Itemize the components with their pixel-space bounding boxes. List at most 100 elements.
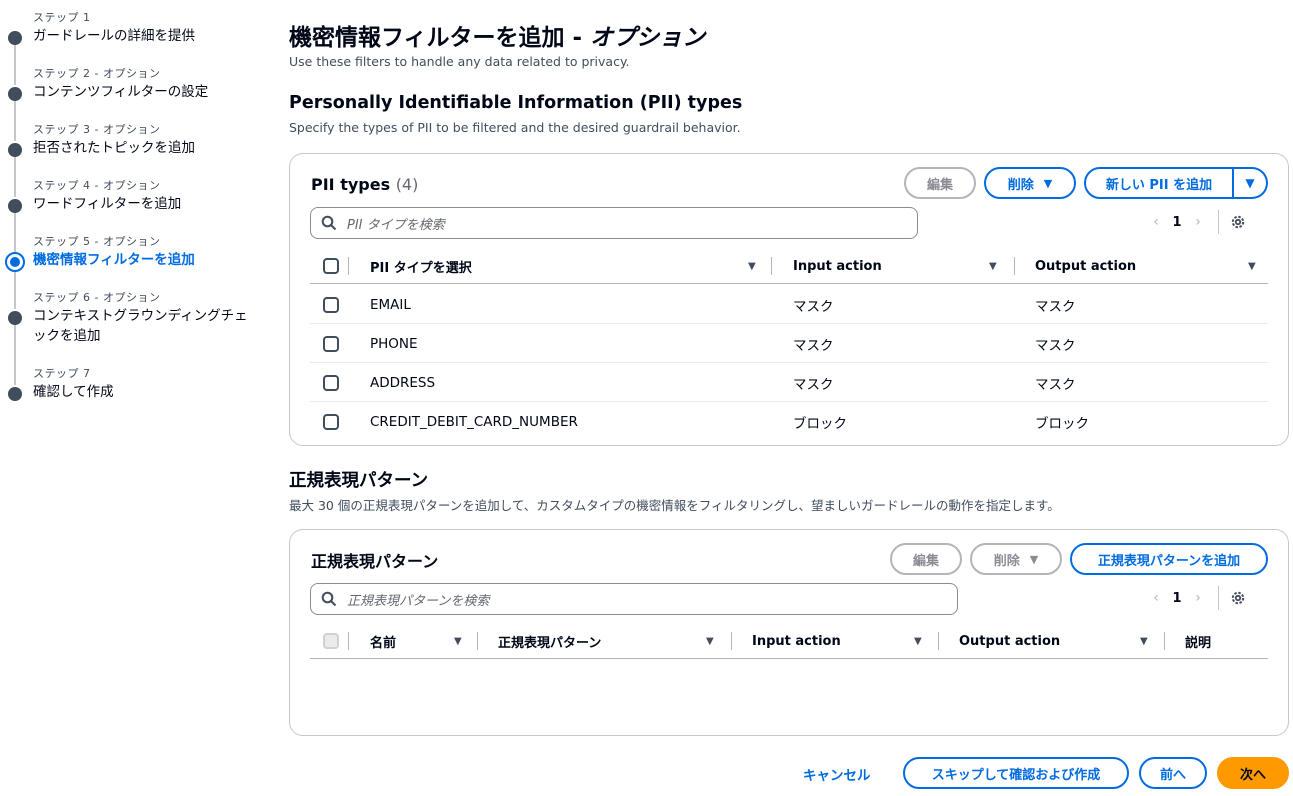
- column-label: 正規表現パターン: [498, 635, 602, 651]
- sort-caret-icon[interactable]: ▼: [1248, 261, 1256, 272]
- regex-panel-title: 正規表現パターン: [311, 552, 439, 571]
- step-title[interactable]: コンテンツフィルターの設定: [33, 82, 263, 102]
- column-label: Input action: [752, 633, 841, 649]
- pii-table-header: PII タイプを選択 ▼ Input action ▼ Output action ▼: [310, 248, 1268, 284]
- column-divider: [731, 632, 732, 650]
- page-number[interactable]: 1: [1170, 215, 1184, 230]
- page-title-optional: オプション: [590, 25, 706, 51]
- pii-heading: Personally Identifiable Information (PII…: [289, 93, 743, 113]
- column-header-input-action[interactable]: Input action ▼: [793, 248, 1023, 284]
- search-placeholder: 正規表現パターンを検索: [347, 593, 490, 609]
- step-indicator-icon: [8, 143, 22, 157]
- step-title[interactable]: コンテキストグラウンディングチェックを追加: [33, 306, 261, 346]
- caret-down-icon: ▼: [1029, 552, 1039, 566]
- column-header-description[interactable]: 説明: [1185, 623, 1265, 659]
- chevron-left-icon[interactable]: ‹: [1142, 214, 1170, 230]
- gear-icon[interactable]: [1229, 589, 1247, 607]
- column-header-regex-pattern[interactable]: 正規表現パターン ▼: [498, 623, 728, 659]
- sort-caret-icon[interactable]: ▼: [454, 636, 462, 647]
- pii-search-input[interactable]: PII タイプを検索: [310, 207, 918, 239]
- column-label: 名前: [370, 635, 397, 651]
- cancel-button[interactable]: キャンセル: [803, 764, 871, 784]
- pii-panel-title-text: PII types: [311, 175, 391, 194]
- sort-caret-icon[interactable]: ▼: [706, 636, 714, 647]
- previous-button[interactable]: 前へ: [1139, 757, 1207, 789]
- column-header-name[interactable]: 名前 ▼: [370, 623, 470, 659]
- step-indicator-icon: [8, 199, 22, 213]
- cell-input-action: ブロック: [793, 415, 847, 432]
- sort-caret-icon[interactable]: ▼: [748, 261, 756, 272]
- column-header-pii-type[interactable]: PII タイプを選択 ▼: [370, 248, 770, 284]
- select-all-checkbox[interactable]: [323, 258, 339, 274]
- table-row[interactable]: PHONE マスク マスク: [310, 324, 1268, 363]
- sort-caret-icon[interactable]: ▼: [914, 636, 922, 647]
- step-indicator-icon: [8, 311, 22, 325]
- row-checkbox[interactable]: [323, 414, 339, 430]
- page-description: Use these filters to handle any data rel…: [289, 54, 630, 69]
- column-divider: [1164, 632, 1165, 650]
- gear-icon[interactable]: [1229, 213, 1247, 231]
- column-header-input-action[interactable]: Input action ▼: [752, 623, 932, 659]
- next-button[interactable]: 次へ: [1217, 757, 1289, 789]
- step-connector: [14, 101, 16, 141]
- step-title[interactable]: 拒否されたトピックを追加: [33, 138, 263, 158]
- step-label: ステップ 3 - オプション: [33, 123, 161, 136]
- edit-button[interactable]: 編集: [904, 167, 976, 199]
- current-step-icon: [5, 252, 25, 272]
- step-label: ステップ 7: [33, 367, 91, 380]
- row-checkbox[interactable]: [323, 297, 339, 313]
- chevron-right-icon[interactable]: ›: [1184, 214, 1212, 230]
- regex-search-input[interactable]: 正規表現パターンを検索: [310, 583, 958, 615]
- regex-table-header: 名前 ▼ 正規表現パターン ▼ Input action ▼ Output actio…: [310, 623, 1268, 659]
- edit-button[interactable]: 編集: [890, 543, 962, 575]
- add-regex-pattern-button[interactable]: 正規表現パターンを追加: [1070, 543, 1268, 575]
- regex-heading: 正規表現パターン: [289, 471, 429, 491]
- step-connector: [14, 269, 16, 309]
- column-divider: [348, 632, 349, 650]
- column-label: Output action: [959, 633, 1061, 649]
- search-icon: [321, 215, 337, 231]
- table-row[interactable]: CREDIT_DEBIT_CARD_NUMBER ブロック ブロック: [310, 402, 1268, 441]
- column-divider: [938, 632, 939, 650]
- step-label: ステップ 4 - オプション: [33, 179, 161, 192]
- cell-pii-type: ADDRESS: [370, 374, 436, 391]
- table-row[interactable]: ADDRESS マスク マスク: [310, 363, 1268, 402]
- page-number[interactable]: 1: [1170, 591, 1184, 606]
- search-icon: [321, 591, 337, 607]
- regex-pagination: ‹ 1 ›: [1142, 586, 1247, 610]
- step-title[interactable]: ワードフィルターを追加: [33, 194, 263, 214]
- cell-pii-type: CREDIT_DEBIT_CARD_NUMBER: [370, 413, 578, 430]
- delete-button[interactable]: 削除 ▼: [970, 543, 1062, 575]
- add-pii-dropdown-button[interactable]: ▼: [1233, 167, 1268, 199]
- step-connector: [14, 213, 16, 253]
- column-header-output-action[interactable]: Output action ▼: [959, 623, 1159, 659]
- step-title[interactable]: 確認して作成: [33, 382, 263, 402]
- caret-down-icon: ▼: [1043, 176, 1053, 190]
- table-row[interactable]: EMAIL マスク マスク: [310, 285, 1268, 324]
- cell-input-action: マスク: [793, 298, 834, 315]
- skip-to-review-button[interactable]: スキップして確認および作成: [903, 757, 1129, 789]
- chevron-right-icon[interactable]: ›: [1184, 590, 1212, 606]
- add-pii-button[interactable]: 新しい PII を追加: [1084, 167, 1234, 199]
- row-checkbox[interactable]: [323, 336, 339, 352]
- cell-output-action: マスク: [1035, 337, 1076, 354]
- pii-panel-title: PII types (4): [311, 175, 418, 194]
- step-title[interactable]: 機密情報フィルターを追加: [33, 250, 263, 270]
- sort-caret-icon[interactable]: ▼: [1140, 636, 1148, 647]
- step-indicator-icon: [8, 31, 22, 45]
- step-connector: [14, 157, 16, 197]
- step-label: ステップ 5 - オプション: [33, 235, 161, 248]
- sort-caret-icon[interactable]: ▼: [989, 261, 997, 272]
- chevron-left-icon[interactable]: ‹: [1142, 590, 1170, 606]
- column-label: PII タイプを選択: [370, 260, 472, 276]
- cell-output-action: マスク: [1035, 376, 1076, 393]
- delete-button[interactable]: 削除 ▼: [984, 167, 1076, 199]
- row-checkbox[interactable]: [323, 375, 339, 391]
- cell-output-action: ブロック: [1035, 415, 1089, 432]
- cell-input-action: マスク: [793, 337, 834, 354]
- column-header-output-action[interactable]: Output action ▼: [1035, 248, 1265, 284]
- select-all-checkbox[interactable]: [323, 633, 339, 649]
- column-label: Output action: [1035, 258, 1137, 274]
- regex-patterns-panel: 正規表現パターン 編集 削除 ▼ 正規表現パターンを追加 正規表現パターンを検索 …: [289, 529, 1289, 736]
- step-title[interactable]: ガードレールの詳細を提供: [33, 26, 263, 46]
